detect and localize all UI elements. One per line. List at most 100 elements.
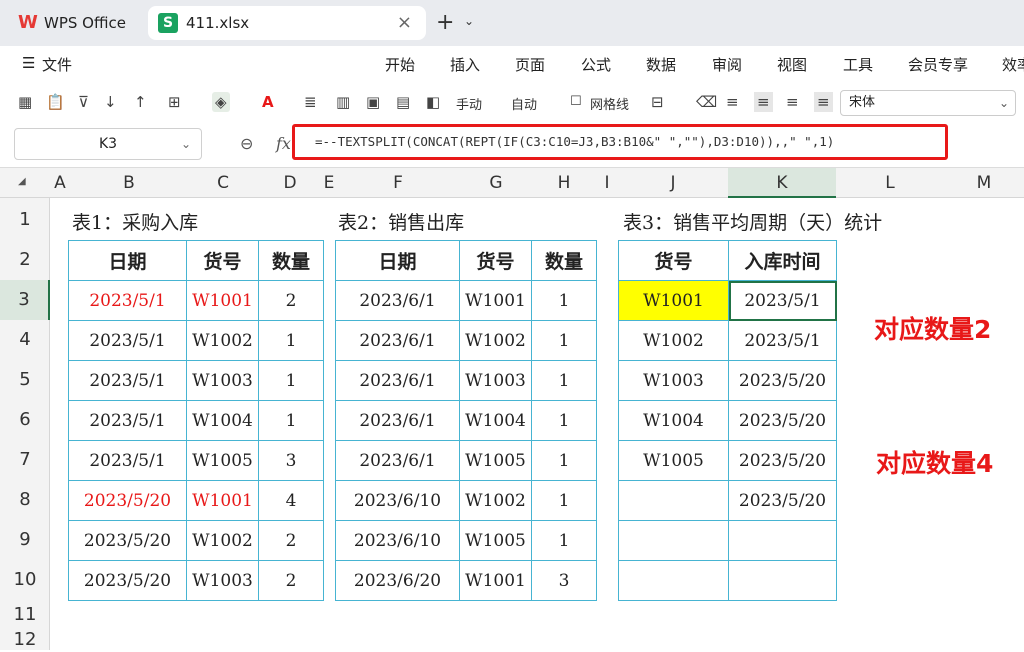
zoom-icon[interactable]: ⊖ [240,134,253,153]
format-cells-icon[interactable]: ▣ [366,92,380,112]
font-family-select[interactable]: 宋体 ⌄ [840,90,1016,116]
name-box[interactable]: K3 ⌄ [14,128,202,160]
table2-cell[interactable]: 2023/6/1 [335,280,460,321]
table3-header-date[interactable]: 入库时间 [728,240,837,281]
align-center-icon[interactable]: ≡ [754,92,773,112]
menu-formula[interactable]: 公式 [581,54,611,75]
table3-cell[interactable]: W1001 [618,280,729,321]
table3-cell[interactable] [618,560,729,601]
table3-cell[interactable] [728,560,837,601]
table1-cell[interactable]: 2 [258,280,324,321]
table1-cell[interactable]: W1003 [186,360,259,401]
clear-format-icon[interactable]: ⌫ [696,92,717,112]
filter-icon[interactable]: ⊽ [78,92,89,112]
table2-cell[interactable]: W1001 [459,280,532,321]
table2-cell[interactable]: W1005 [459,520,532,561]
column-header-a[interactable]: A [50,168,70,198]
row-header-3[interactable]: 3 [0,280,50,320]
borders-icon[interactable]: ⊞ [168,92,181,112]
table2-cell[interactable]: W1005 [459,440,532,481]
row-header-2[interactable]: 2 [0,240,50,280]
table3-cell[interactable]: 2023/5/20 [728,360,837,401]
column-header-i[interactable]: I [596,168,618,198]
table1-cell[interactable]: 1 [258,360,324,401]
formula-input[interactable]: =--TEXTSPLIT(CONCAT(REPT(IF(C3:C10=J3,B3… [292,124,948,160]
table1-cell[interactable]: 4 [258,480,324,521]
column-header-c[interactable]: C [188,168,258,198]
conditional-format-icon[interactable]: ▤ [396,92,410,112]
table2-cell[interactable]: 1 [531,280,597,321]
table2-cell[interactable]: W1003 [459,360,532,401]
new-tab-button[interactable]: + [436,10,454,35]
menu-page[interactable]: 页面 [515,54,545,75]
close-tab-icon[interactable]: × [397,12,412,33]
table2-cell[interactable]: 1 [531,440,597,481]
table1-cell[interactable]: 2023/5/1 [68,360,187,401]
table3-cell[interactable]: 2023/5/20 [728,440,837,481]
column-header-b[interactable]: B [70,168,188,198]
table2-cell[interactable]: 1 [531,360,597,401]
table2-cell[interactable]: 2023/6/1 [335,440,460,481]
table2-header-qty[interactable]: 数量 [531,240,597,281]
column-header-h[interactable]: H [532,168,596,198]
table3-cell[interactable]: W1005 [618,440,729,481]
table2-cell[interactable]: 1 [531,320,597,361]
table3-cell[interactable] [728,520,837,561]
table2-cell[interactable]: W1002 [459,480,532,521]
merge-cells-icon[interactable]: ▥ [336,92,350,112]
table3-cell[interactable]: W1004 [618,400,729,441]
column-header-e[interactable]: E [322,168,336,198]
table2-cell[interactable]: W1004 [459,400,532,441]
table1-header-qty[interactable]: 数量 [258,240,324,281]
table1-cell[interactable]: W1001 [186,480,259,521]
column-header-f[interactable]: F [336,168,460,198]
table1-header-item[interactable]: 货号 [186,240,259,281]
row-header-9[interactable]: 9 [0,520,50,560]
freeze-icon[interactable]: ◧ [426,92,440,112]
table2-cell[interactable]: 2023/6/20 [335,560,460,601]
row-header-10[interactable]: 10 [0,560,50,600]
calc-manual-button[interactable]: 手动 [456,94,482,113]
menu-file[interactable]: 文件 [42,54,72,75]
tab-wps-office[interactable]: W WPS Office [6,6,142,40]
table-style-icon[interactable]: ⊟ [651,92,664,112]
table3-cell[interactable] [618,520,729,561]
sort-ascending-icon[interactable]: ↓ [104,92,117,112]
table2-header-date[interactable]: 日期 [335,240,460,281]
tab-file[interactable]: S 411.xlsx × [148,6,426,40]
table2-cell[interactable]: 2023/6/1 [335,400,460,441]
menu-efficiency[interactable]: 效率 [1002,54,1024,75]
table1-cell[interactable]: W1002 [186,520,259,561]
align-left-icon[interactable]: ≡ [726,92,739,112]
table3-cell[interactable]: 2023/5/20 [728,400,837,441]
row-header-7[interactable]: 7 [0,440,50,480]
table2-cell[interactable]: 1 [531,520,597,561]
gridlines-checkbox-icon[interactable]: ☐ [570,92,582,112]
table1-cell[interactable]: W1004 [186,400,259,441]
sort-descending-icon[interactable]: ↑ [134,92,147,112]
table2-cell[interactable]: 3 [531,560,597,601]
row-header-1[interactable]: 1 [0,200,50,240]
table1-cell[interactable]: 2023/5/1 [68,320,187,361]
table2-cell[interactable]: 2023/6/1 [335,360,460,401]
table1-cell[interactable]: W1003 [186,560,259,601]
fill-color-icon[interactable]: ◈ [212,92,230,112]
table2-cell[interactable]: 2023/6/10 [335,480,460,521]
table1-cell[interactable]: W1002 [186,320,259,361]
align-middle-icon[interactable]: ≡ [814,92,833,112]
table2-cell[interactable]: 1 [531,400,597,441]
table1-cell[interactable]: 2023/5/1 [68,440,187,481]
table1-header-date[interactable]: 日期 [68,240,187,281]
menu-hamburger-icon[interactable]: ☰ [22,54,35,72]
number-format-icon[interactable]: ▦ [18,92,32,112]
table1-cell[interactable]: 2 [258,520,324,561]
menu-member[interactable]: 会员专享 [908,54,968,75]
table1-cell[interactable]: 2 [258,560,324,601]
column-header-d[interactable]: D [258,168,322,198]
table1-cell[interactable]: 2023/5/1 [68,280,187,321]
table3-selected-cell[interactable]: 2023/5/1 [728,280,837,321]
row-header-5[interactable]: 5 [0,360,50,400]
table1-cell[interactable]: W1005 [186,440,259,481]
menu-review[interactable]: 审阅 [712,54,742,75]
table1-cell[interactable]: 1 [258,320,324,361]
